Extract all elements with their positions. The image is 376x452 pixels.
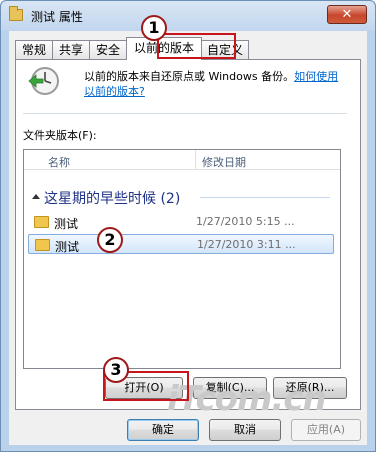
- item-date: 1/27/2010 5:15 ...: [196, 215, 295, 228]
- separator: [23, 113, 347, 114]
- close-button[interactable]: ✕: [327, 5, 367, 24]
- column-date-header[interactable]: 修改日期: [202, 154, 246, 170]
- description-body: 以前的版本来自还原点或 Windows 备份。: [84, 70, 295, 83]
- callout-2: 2: [97, 227, 123, 253]
- window-title: 测试 属性: [31, 10, 83, 24]
- system-restore-icon: [28, 67, 59, 95]
- cancel-button[interactable]: 取消: [209, 419, 281, 441]
- tab-sharing[interactable]: 共享: [52, 40, 90, 59]
- list-header: 名称 修改日期: [24, 150, 340, 170]
- callout-1: 1: [141, 15, 167, 41]
- versions-list[interactable]: 名称 修改日期 这星期的早些时候 (2) 测试 1/27/2010 5:15 .…: [23, 149, 341, 369]
- folder-versions-label: 文件夹版本(F):: [23, 129, 97, 142]
- apply-button[interactable]: 应用(A): [291, 419, 361, 441]
- item-name: 测试: [54, 217, 79, 231]
- title-bar: 测试 属性 ✕: [1, 1, 375, 31]
- tab-security[interactable]: 安全: [89, 40, 127, 59]
- ok-button[interactable]: 确定: [127, 419, 199, 441]
- folder-icon: [35, 239, 50, 251]
- list-item-selected[interactable]: 测试 1/27/2010 3:11 ...: [28, 234, 334, 254]
- group-header[interactable]: 这星期的早些时候 (2): [44, 188, 180, 208]
- close-icon: ✕: [341, 7, 353, 22]
- group-divider: [200, 197, 330, 198]
- collapse-arrow-icon[interactable]: [32, 194, 40, 199]
- description-text: 以前的版本来自还原点或 Windows 备份。如何使用以前的版本?: [84, 69, 344, 99]
- watermark: iTcom.cn: [167, 379, 327, 419]
- properties-window: 测试 属性 ✕ 常规 共享 安全 以前的版本 自定义 以前的版本来自还原点或 W…: [0, 0, 376, 452]
- item-date: 1/27/2010 3:11 ...: [197, 238, 296, 251]
- list-item[interactable]: 测试 1/27/2010 5:15 ...: [28, 212, 334, 232]
- column-divider[interactable]: [195, 150, 196, 170]
- folder-icon: [34, 216, 49, 228]
- folder-icon: [9, 6, 23, 21]
- column-name-header[interactable]: 名称: [48, 154, 70, 170]
- highlight-previous-versions-tab: [157, 33, 236, 59]
- callout-3: 3: [103, 357, 129, 383]
- tab-general[interactable]: 常规: [15, 40, 53, 59]
- item-name: 测试: [55, 240, 80, 254]
